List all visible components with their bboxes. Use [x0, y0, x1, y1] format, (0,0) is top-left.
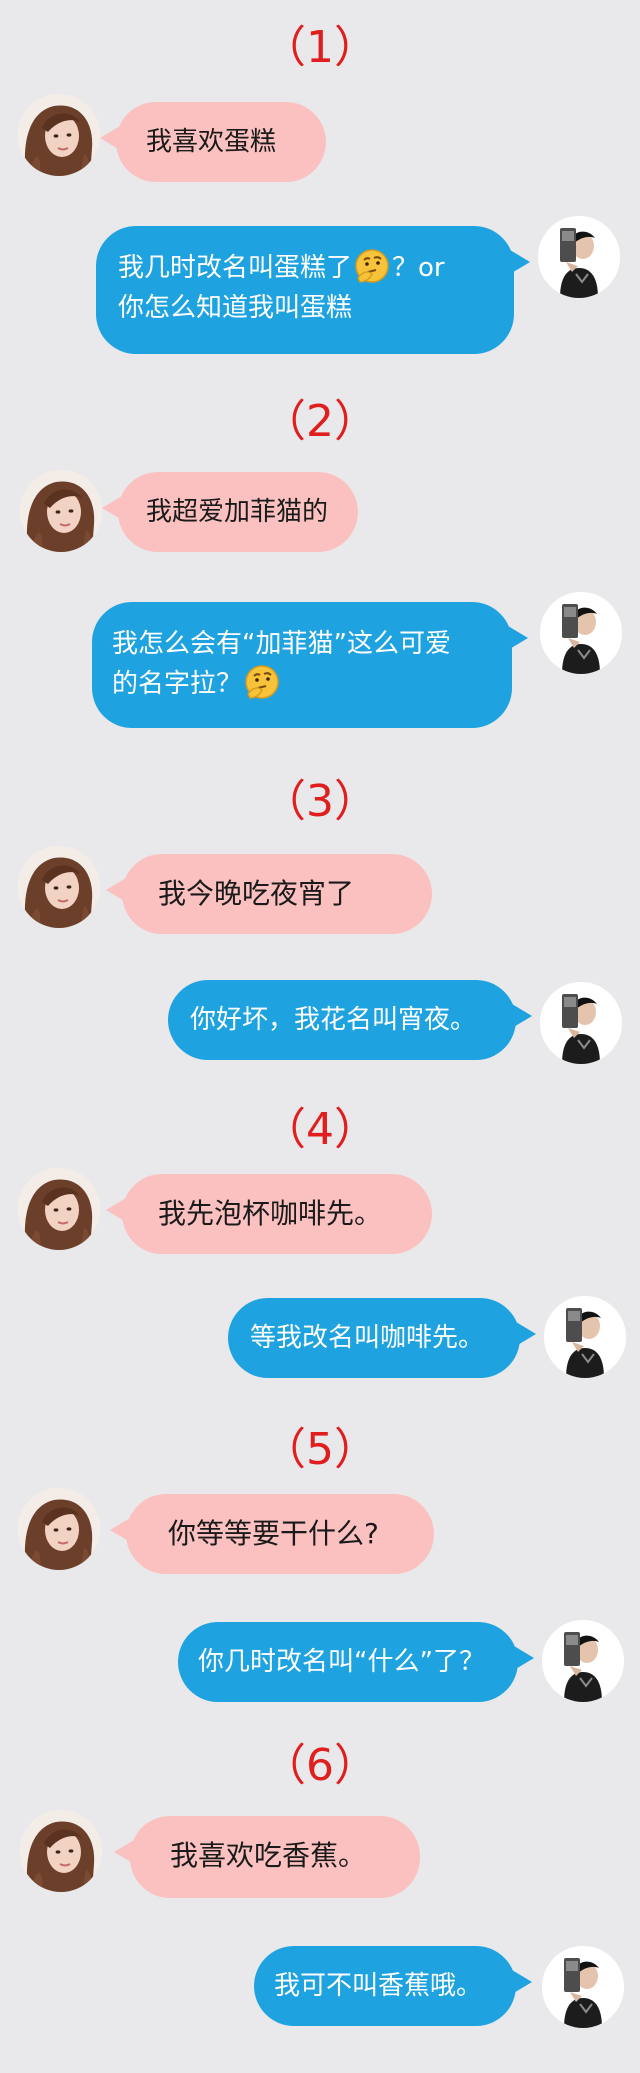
left-message-bubble: 我超爱加菲猫的	[102, 472, 358, 552]
left-message-bubble: 我先泡杯咖啡先。	[106, 1174, 432, 1254]
section-heading-3: （3）	[262, 776, 378, 827]
right-message-text: 你几时改名叫“什么”了？	[198, 1647, 485, 1677]
boy-avatar[interactable]	[540, 982, 622, 1064]
right-message-text: 你好坏，我花名叫宵夜。	[190, 1005, 477, 1035]
left-message-text: 我超爱加菲猫的	[146, 497, 329, 527]
right-message-bubble: 我可不叫香蕉哦。	[254, 1946, 532, 2026]
girl-avatar[interactable]	[20, 1810, 102, 1892]
section-heading-1: （1）	[262, 22, 378, 73]
left-message-bubble: 我喜欢吃香蕉。	[114, 1816, 420, 1898]
boy-avatar[interactable]	[542, 1620, 624, 1702]
left-message-bubble: 我今晚吃夜宵了	[106, 854, 432, 934]
boy-avatar[interactable]	[542, 1946, 624, 2028]
left-message-bubble: 我喜欢蛋糕	[100, 102, 326, 182]
boy-avatar[interactable]	[538, 216, 620, 298]
girl-avatar[interactable]	[20, 470, 102, 552]
boy-avatar[interactable]	[540, 592, 622, 674]
girl-avatar[interactable]	[18, 1168, 100, 1250]
right-message-bubble: 你几时改名叫“什么”了？	[178, 1622, 534, 1702]
section-heading-2: （2）	[262, 396, 378, 447]
right-message-line: 我怎么会有“加菲猫”这么可爱	[112, 629, 451, 659]
right-message-bubble: 等我改名叫咖啡先。	[228, 1298, 536, 1378]
right-message-bubble: 我几时改名叫蛋糕了 ？or 你怎么知道我叫蛋糕	[96, 226, 530, 354]
thinking-face-emoji	[244, 664, 280, 700]
left-message-text: 我今晚吃夜宵了	[158, 877, 355, 910]
girl-avatar[interactable]	[18, 94, 100, 176]
left-message-text: 我喜欢蛋糕	[146, 127, 277, 157]
right-message-line: 的名字拉？	[112, 664, 492, 704]
left-message-text: 我喜欢吃香蕉。	[170, 1839, 367, 1872]
right-message-line: 我几时改名叫蛋糕了 ？or	[118, 248, 492, 288]
section-heading-4: （4）	[262, 1104, 378, 1155]
left-message-bubble: 你等等要干什么?	[110, 1494, 434, 1574]
right-message-line: 你怎么知道我叫蛋糕	[118, 293, 353, 323]
thinking-face-emoji	[354, 248, 390, 284]
girl-avatar[interactable]	[18, 1488, 100, 1570]
section-heading-5: （5）	[262, 1424, 378, 1475]
right-message-bubble: 你好坏，我花名叫宵夜。	[168, 980, 532, 1060]
right-message-text: 等我改名叫咖啡先。	[250, 1323, 485, 1353]
right-message-bubble: 我怎么会有“加菲猫”这么可爱 的名字拉？	[92, 602, 528, 728]
right-message-text: 我可不叫香蕉哦。	[274, 1971, 483, 2001]
left-message-text: 我先泡杯咖啡先。	[158, 1197, 383, 1230]
girl-avatar[interactable]	[18, 846, 100, 928]
section-heading-6: （6）	[262, 1740, 378, 1791]
left-message-text: 你等等要干什么?	[168, 1517, 379, 1550]
boy-avatar[interactable]	[544, 1296, 626, 1378]
